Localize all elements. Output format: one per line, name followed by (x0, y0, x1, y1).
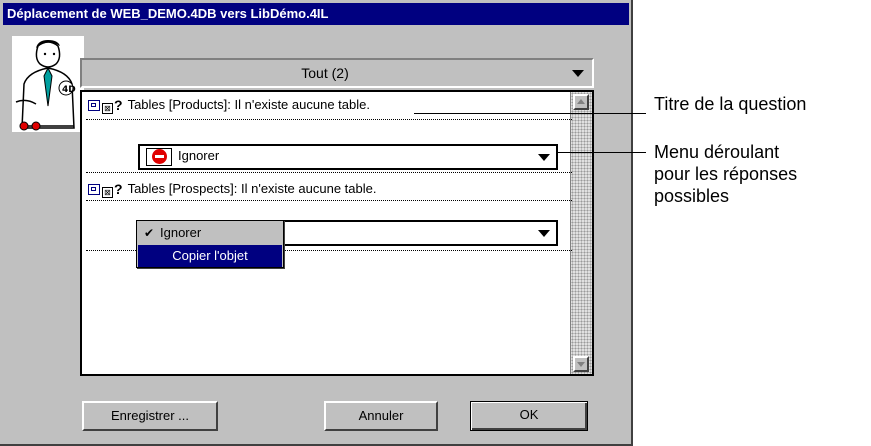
ok-button[interactable]: OK (470, 401, 588, 431)
question-mark-icon: ? (114, 181, 123, 197)
menu-item-copier[interactable]: Copier l'objet (138, 245, 282, 267)
save-button[interactable]: Enregistrer ... (82, 401, 218, 431)
scroll-down-button[interactable] (573, 356, 589, 372)
chevron-down-icon[interactable] (538, 230, 550, 237)
object-box-icon: ⊠ (102, 186, 113, 198)
migration-dialog: Déplacement de WEB_DEMO.4DB vers LibDémo… (0, 0, 633, 446)
divider (86, 172, 572, 173)
question-mark-icon: ? (114, 97, 123, 113)
menu-item-ignorer[interactable]: ✔ Ignorer (138, 222, 282, 244)
filter-selected-value: Tout (2) (301, 65, 349, 81)
checkmark-icon: ✔ (144, 226, 155, 240)
cancel-button[interactable]: Annuler (324, 401, 438, 431)
user-with-glasses-icon: 4D (12, 36, 84, 132)
dialog-title: Déplacement de WEB_DEMO.4DB vers LibDémo… (3, 3, 629, 25)
arrow-up-icon (577, 99, 585, 104)
chevron-down-icon[interactable] (572, 70, 584, 77)
question-title: ⊠ ? Tables [Prospects]: Il n'existe aucu… (88, 180, 376, 198)
scroll-up-button[interactable] (573, 94, 589, 110)
vertical-scrollbar[interactable] (570, 92, 592, 374)
question-text: Tables [Prospects]: Il n'existe aucune t… (127, 181, 377, 196)
callout-question-title: Titre de la question (654, 94, 807, 114)
callout-leader-line (558, 152, 646, 153)
callout-leader-line (414, 113, 646, 114)
object-question-icon (88, 99, 100, 111)
callout-dropdown: Menu déroulant pour les réponses possibl… (654, 142, 798, 206)
object-box-icon: ⊠ (102, 102, 113, 114)
question-title: ⊠ ? Tables [Products]: Il n'existe aucun… (88, 96, 370, 114)
arrow-down-icon (577, 362, 585, 367)
svg-text:4D: 4D (62, 85, 76, 95)
divider (86, 119, 572, 120)
object-question-icon (88, 183, 100, 195)
answer-dropdown[interactable]: Ignorer (138, 144, 558, 170)
answer-selected-value: Ignorer (178, 148, 220, 163)
answer-popup-menu[interactable]: ✔ Ignorer Copier l'objet (136, 220, 284, 268)
stop-icon (146, 148, 172, 166)
divider (86, 200, 572, 201)
filter-dropdown[interactable]: Tout (2) (80, 58, 594, 88)
chevron-down-icon[interactable] (538, 154, 550, 161)
question-text: Tables [Products]: Il n'existe aucune ta… (127, 97, 370, 112)
